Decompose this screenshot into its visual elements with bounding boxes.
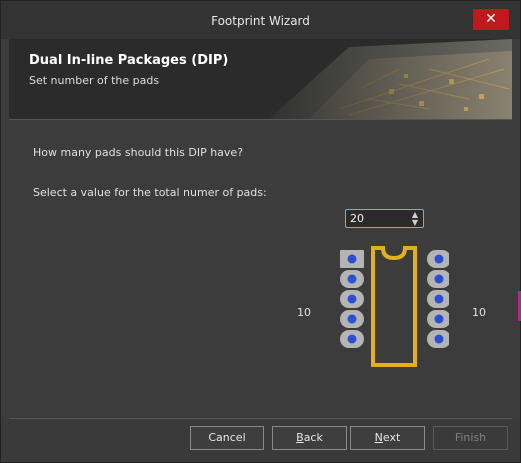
- pad-hole-left: [347, 274, 357, 284]
- next-button-label: ext: [382, 431, 401, 444]
- back-button-mnemonic: B: [296, 431, 304, 444]
- header-title: Dual In-line Packages (DIP): [29, 53, 229, 68]
- pad-hole-right: [434, 254, 444, 264]
- pad-hole-right: [434, 334, 444, 344]
- header-subtitle: Set number of the pads: [29, 74, 160, 87]
- pad-hole-right: [434, 314, 444, 324]
- pad-hole-right: [434, 294, 444, 304]
- back-button-label: ack: [303, 431, 323, 444]
- window-title: Footprint Wizard: [211, 14, 310, 28]
- pad-count-question: How many pads should this DIP have?: [33, 146, 244, 159]
- footprint-wizard-window: Footprint Wizard ✕ Dual In-line Packages…: [0, 0, 521, 463]
- pad-count-spinbox[interactable]: ▲ ▼: [345, 209, 424, 228]
- next-button[interactable]: Next: [350, 426, 425, 450]
- spin-down-icon[interactable]: ▼: [409, 219, 421, 227]
- finish-button[interactable]: Finish: [433, 426, 508, 450]
- wizard-footer: Cancel Back Next Finish: [1, 419, 520, 462]
- dip-body-outline: [371, 246, 417, 367]
- next-button-mnemonic: N: [374, 431, 383, 444]
- back-button[interactable]: Back: [272, 426, 347, 450]
- pad-hole-left: [347, 334, 357, 344]
- title-bar: Footprint Wizard ✕: [1, 1, 520, 39]
- cancel-button[interactable]: Cancel: [190, 426, 264, 450]
- pad-count-label: Select a value for the total numer of pa…: [33, 186, 267, 199]
- pad-hole-left: [347, 254, 357, 264]
- close-button[interactable]: ✕: [473, 9, 509, 30]
- pad-count-input[interactable]: [350, 211, 406, 226]
- dip-package-preview: [340, 246, 449, 367]
- right-pad-count: 10: [472, 306, 486, 319]
- left-pad-count: 10: [297, 306, 311, 319]
- pad-hole-right: [434, 274, 444, 284]
- pad-hole-left: [347, 314, 357, 324]
- wizard-header: Dual In-line Packages (DIP) Set number o…: [9, 39, 512, 119]
- pad-hole-left: [347, 294, 357, 304]
- wizard-content: How many pads should this DIP have? Sele…: [9, 120, 512, 418]
